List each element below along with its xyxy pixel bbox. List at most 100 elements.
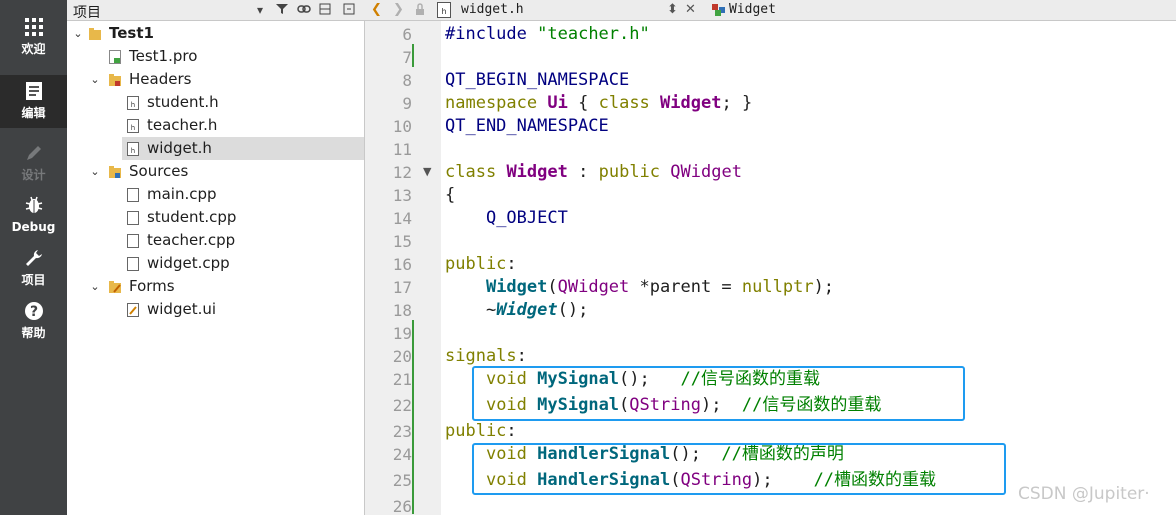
- forward-arrow-icon[interactable]: ❯: [393, 2, 404, 18]
- code-token: nullptr: [741, 277, 814, 297]
- code-line: {: [445, 184, 455, 207]
- tree-item-file[interactable]: h teacher.h: [67, 114, 364, 137]
- view-select-dropdown-icon[interactable]: ▾: [257, 3, 263, 17]
- tree-item-project[interactable]: ⌄ Test1: [67, 22, 364, 45]
- line-number: 11: [392, 140, 412, 159]
- chevron-down-icon[interactable]: ⌄: [89, 275, 101, 298]
- code-token: {: [445, 185, 456, 205]
- code-token: {: [578, 93, 589, 113]
- line-number: 20: [392, 347, 412, 366]
- tree-item-label: widget.h: [147, 139, 212, 157]
- tree-item-folder[interactable]: ⌄ Sources: [67, 160, 364, 183]
- tree-item-file[interactable]: main.cpp: [67, 183, 364, 206]
- mode-edit[interactable]: 编辑: [0, 75, 67, 128]
- tree-item-label: student.h: [147, 93, 219, 111]
- split-icon[interactable]: [319, 3, 331, 18]
- line-number: 14: [392, 209, 412, 228]
- project-tree-pane: 项目 ▾ ⌄ Test1 Test1.pro ⌄ Headers h stude…: [67, 0, 365, 515]
- code-token: *parent =: [639, 277, 732, 297]
- tree-item-folder[interactable]: ⌄ Headers: [67, 68, 364, 91]
- source-file-icon: [127, 234, 139, 248]
- svg-text:h: h: [441, 7, 446, 16]
- code-line: ~Widget();: [445, 299, 588, 322]
- mode-bar: 欢迎 编辑 设计 Debug 项目 ? 帮助: [0, 0, 67, 515]
- fold-arrow-icon[interactable]: ▼: [423, 160, 431, 183]
- ui-file-icon: [127, 303, 139, 317]
- mode-project[interactable]: 项目: [0, 242, 67, 295]
- code-editor[interactable]: ❮ ❯ h widget.h ⬍ ✕ Widget ▼ 6 7 8 9 10 1…: [365, 0, 1176, 515]
- close-document-icon[interactable]: ✕: [685, 2, 696, 18]
- line-number: 22: [392, 396, 412, 415]
- tree-item-file[interactable]: widget.cpp: [67, 252, 364, 275]
- mode-welcome[interactable]: 欢迎: [0, 11, 67, 64]
- mode-debug[interactable]: Debug: [0, 189, 67, 242]
- code-token: Q_OBJECT: [485, 208, 568, 228]
- chevron-down-icon[interactable]: ⌄: [72, 22, 84, 45]
- tree-item-label: widget.ui: [147, 300, 217, 318]
- line-number: 25: [392, 471, 412, 490]
- code-line: Widget(QWidget *parent = nullptr);: [445, 276, 834, 299]
- code-line: namespace Ui { class Widget; }: [445, 92, 752, 115]
- line-number: 24: [392, 445, 412, 464]
- code-token: );: [813, 277, 835, 297]
- code-token: public: [445, 421, 507, 441]
- code-token: ; }: [721, 93, 753, 113]
- filter-icon[interactable]: [275, 3, 289, 18]
- lock-icon[interactable]: [415, 3, 425, 21]
- close-pane-icon[interactable]: [343, 3, 355, 18]
- code-token: QT_END_NAMESPACE: [445, 116, 609, 136]
- tree-item-file[interactable]: Test1.pro: [67, 45, 364, 68]
- tree-item-file[interactable]: student.cpp: [67, 206, 364, 229]
- line-number: 26: [392, 497, 412, 515]
- help-icon: ?: [0, 301, 67, 321]
- highlight-box-slots: [472, 443, 1006, 495]
- code-token: :: [578, 162, 589, 182]
- code-token: :: [506, 421, 517, 441]
- tree-item-label: teacher.h: [147, 116, 218, 134]
- code-token: QT_BEGIN_NAMESPACE: [445, 70, 630, 90]
- tree-item-file[interactable]: h student.h: [67, 91, 364, 114]
- project-pane-title: 项目: [73, 5, 101, 21]
- code-line: QT_BEGIN_NAMESPACE: [445, 69, 629, 92]
- tree-item-label: student.cpp: [147, 208, 237, 226]
- code-line: Q_OBJECT: [445, 207, 568, 230]
- mode-label: 设计: [21, 168, 46, 182]
- document-dropdown-icon[interactable]: ⬍: [667, 2, 678, 18]
- tree-item-file[interactable]: widget.ui: [67, 298, 364, 321]
- code-token: "teacher.h": [537, 24, 650, 44]
- back-arrow-icon[interactable]: ❮: [371, 2, 382, 18]
- tree-item-label: main.cpp: [147, 185, 217, 203]
- link-icon[interactable]: [297, 3, 311, 18]
- tree-item-file-selected[interactable]: h widget.h: [122, 137, 364, 160]
- tree-item-folder[interactable]: ⌄ Forms: [67, 275, 364, 298]
- svg-text:h: h: [131, 124, 135, 132]
- chevron-down-icon[interactable]: ⌄: [89, 160, 101, 183]
- forms-folder-icon: [109, 281, 121, 293]
- edit-document-icon: [0, 81, 67, 101]
- code-token: Widget: [496, 300, 558, 320]
- code-token: QWidget: [670, 162, 742, 182]
- source-file-icon: [127, 188, 139, 202]
- watermark: CSDN @Jupiter·: [1018, 484, 1150, 504]
- code-token: public: [445, 254, 507, 274]
- line-number: 21: [392, 370, 412, 389]
- chevron-down-icon[interactable]: ⌄: [89, 68, 101, 91]
- code-token: Widget: [506, 162, 568, 182]
- line-number: 10: [392, 117, 412, 136]
- code-line: signals:: [445, 345, 527, 368]
- line-number: 17: [392, 278, 412, 297]
- mode-label: 帮助: [21, 326, 46, 340]
- mode-help[interactable]: ? 帮助: [0, 295, 67, 348]
- current-symbol-selector[interactable]: Widget: [729, 2, 776, 18]
- open-document-name[interactable]: widget.h: [461, 2, 524, 18]
- editor-toolbar: ❮ ❯ h widget.h ⬍ ✕ Widget: [365, 0, 1176, 21]
- mode-design[interactable]: 设计: [0, 137, 67, 190]
- change-marker: [412, 44, 414, 67]
- code-token: ();: [557, 300, 589, 320]
- mode-label: Debug: [11, 220, 56, 234]
- tree-item-label: teacher.cpp: [147, 231, 236, 249]
- svg-text:?: ?: [29, 304, 37, 320]
- project-pane-header: 项目 ▾: [67, 0, 365, 21]
- tree-item-label: Headers: [129, 70, 192, 88]
- tree-item-file[interactable]: teacher.cpp: [67, 229, 364, 252]
